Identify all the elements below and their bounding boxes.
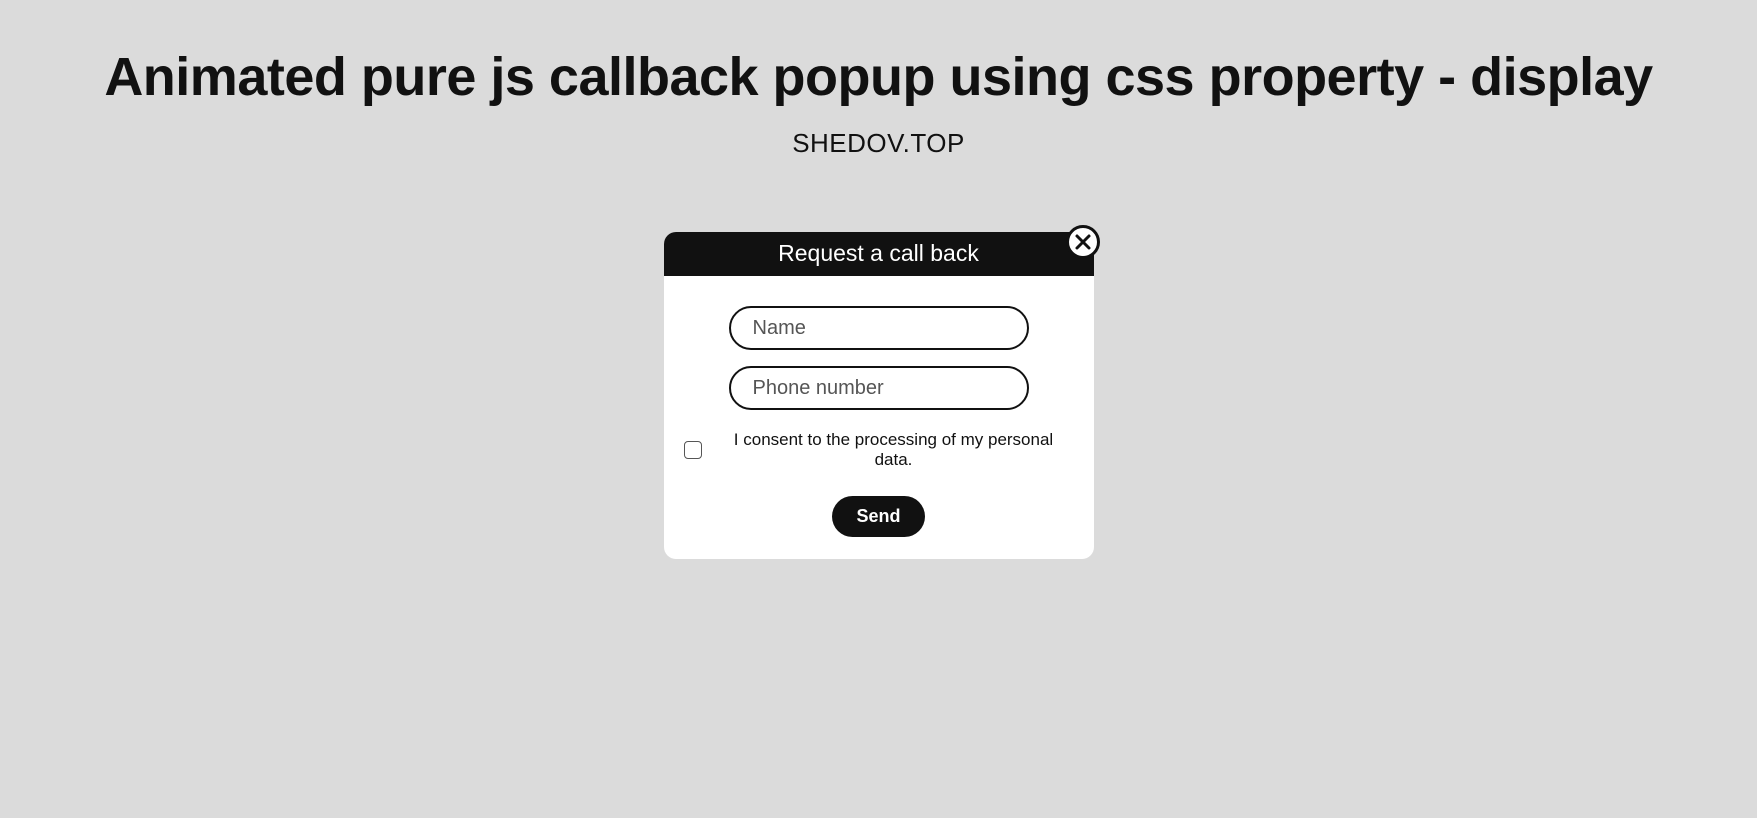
consent-row: I consent to the processing of my person… [684, 430, 1074, 470]
phone-input[interactable] [729, 366, 1029, 410]
consent-label: I consent to the processing of my person… [714, 430, 1074, 470]
close-icon [1074, 233, 1092, 251]
popup-body: I consent to the processing of my person… [664, 276, 1094, 559]
name-input[interactable] [729, 306, 1029, 350]
popup-title: Request a call back [664, 232, 1094, 276]
page-title: Animated pure js callback popup using cs… [0, 46, 1757, 108]
close-button[interactable] [1066, 225, 1100, 259]
send-button[interactable]: Send [832, 496, 924, 537]
callback-popup: Request a call back I consent to the pro… [664, 232, 1094, 559]
consent-checkbox[interactable] [684, 441, 702, 459]
page-subtitle: SHEDOV.TOP [0, 128, 1757, 159]
